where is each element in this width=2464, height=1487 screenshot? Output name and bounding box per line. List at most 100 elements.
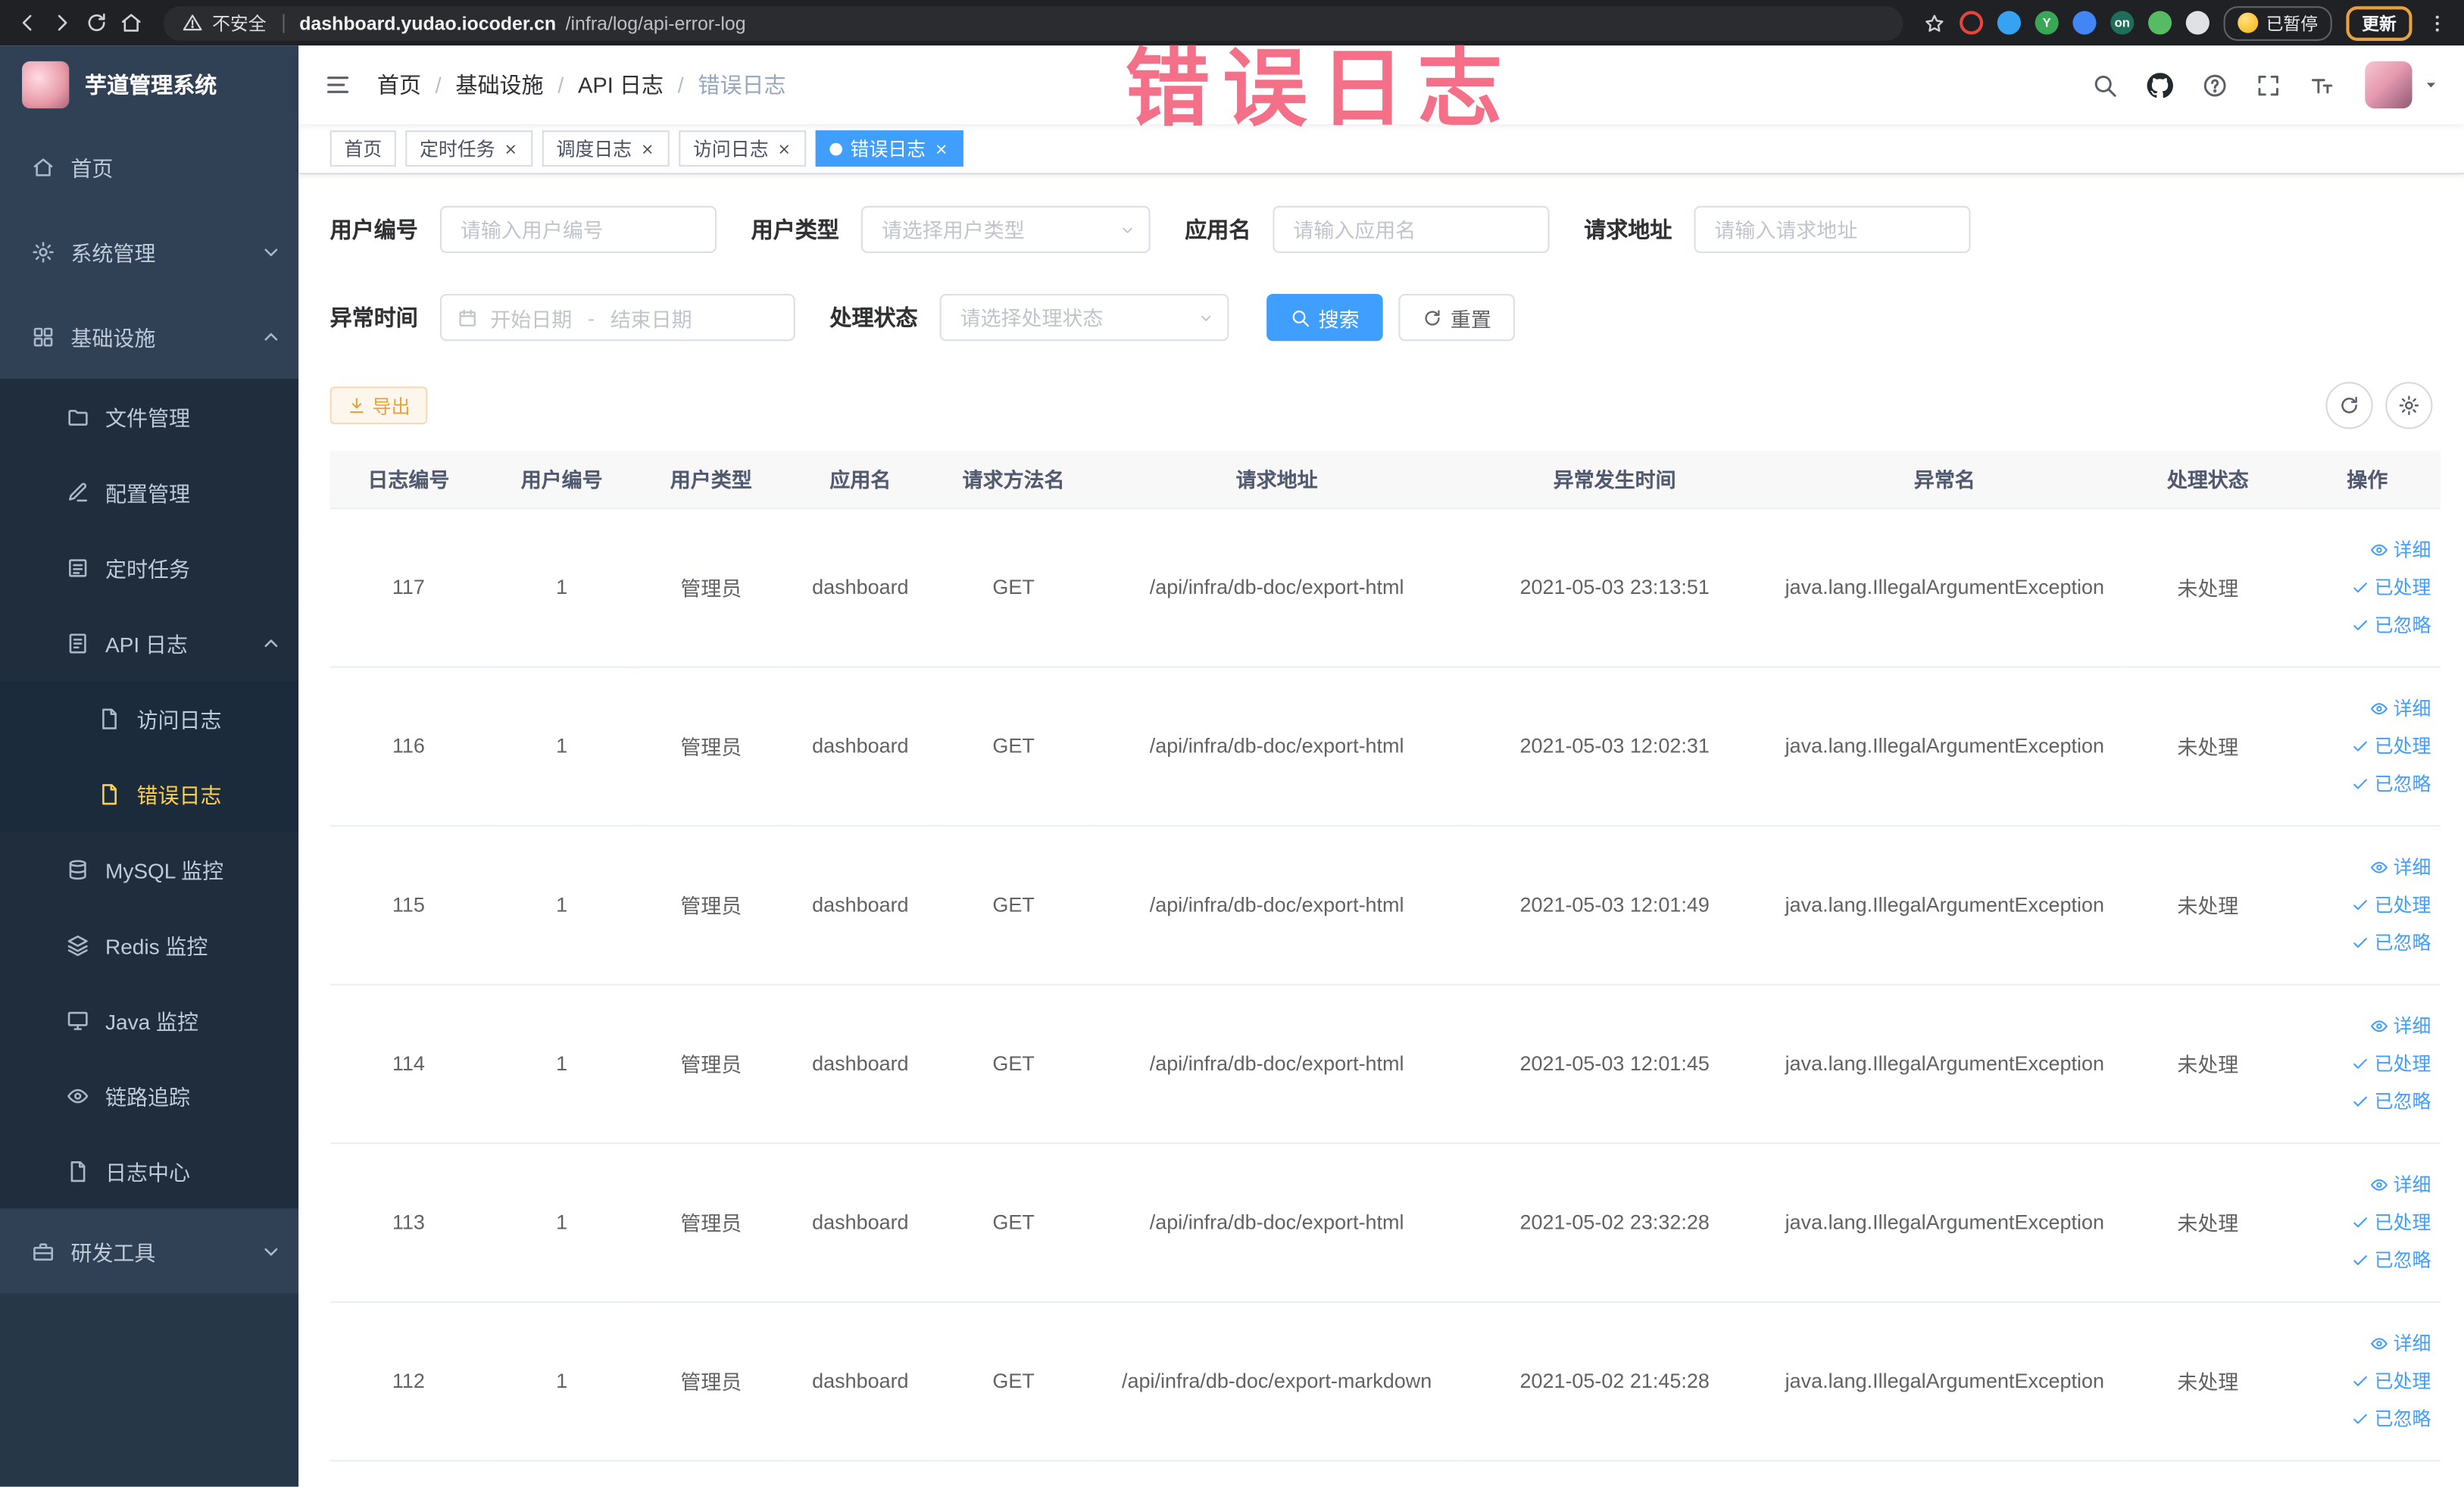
search-button[interactable]: 搜索 [1266,293,1383,342]
sidebar-item-log-center[interactable]: 日志中心 [0,1132,299,1209]
action-detail[interactable]: 详细 [2369,1007,2431,1045]
user-avatar-menu[interactable] [2365,61,2439,109]
browser-menu-icon[interactable] [2426,12,2448,34]
browser-home-icon[interactable] [120,11,143,35]
sidebar-item-dev-tools[interactable]: 研发工具 [0,1208,299,1294]
sidebar-item-system[interactable]: 系统管理 [0,208,299,294]
action-detail[interactable]: 详细 [2369,1165,2431,1203]
help-icon[interactable] [2202,71,2228,98]
action-processed[interactable]: 已处理 [2351,727,2431,765]
sidebar-item-home[interactable]: 首页 [0,123,299,209]
fullscreen-icon[interactable] [2255,71,2281,98]
refresh-table-button[interactable] [2325,382,2373,430]
tab-调度日志[interactable]: 调度日志 [542,130,670,167]
paused-extension-pill[interactable]: 已暂停 [2223,5,2332,40]
ext-green-leaf[interactable] [2148,11,2172,35]
action-ignored[interactable]: 已忽略 [2351,923,2431,961]
tab-定时任务[interactable]: 定时任务 [405,130,533,167]
request-url-input[interactable] [1694,205,1971,254]
bookmark-star-icon[interactable] [1923,12,1945,34]
ext-on-badge[interactable]: on [2110,11,2135,35]
tab-label: 访问日志 [693,138,769,161]
ext-red-ring[interactable] [1960,11,1984,35]
action-ignored[interactable]: 已忽略 [2351,1082,2431,1120]
action-label: 已处理 [2374,1211,2431,1233]
process-status-select-input[interactable] [939,293,1229,342]
sidebar-item-api-log[interactable]: API 日志 [0,604,299,681]
tab-close-icon[interactable] [503,141,519,157]
cell-user-type: 管理员 [636,825,786,985]
action-processed[interactable]: 已处理 [2351,568,2431,606]
font-size-icon[interactable] [2309,71,2335,98]
action-processed[interactable]: 已处理 [2351,1362,2431,1400]
ext-blue-grid[interactable] [2072,11,2097,35]
reset-button[interactable]: 重置 [1398,293,1515,342]
row-actions: 详细 已处理 已忽略 [2300,508,2434,664]
process-status-select[interactable] [939,293,1229,342]
sidebar-item-file[interactable]: 文件管理 [0,378,299,455]
cell-time: 2021-05-03 23:13:51 [1461,508,1768,667]
user-id-input[interactable] [439,205,717,254]
action-ignored[interactable]: 已忽略 [2351,606,2431,644]
tab-close-icon[interactable] [639,141,655,157]
sidebar-item-access-log[interactable]: 访问日志 [0,680,299,756]
action-ignored[interactable]: 已忽略 [2351,1399,2431,1437]
address-bar[interactable]: 不安全 dashboard.yudao.iocoder.cn /infra/lo… [163,5,1903,40]
github-icon[interactable] [2145,70,2175,99]
browser-update-button[interactable]: 更新 [2346,5,2412,40]
action-processed[interactable]: 已处理 [2351,886,2431,923]
sidebar-item-job[interactable]: 定时任务 [0,530,299,605]
tab-访问日志[interactable]: 访问日志 [679,130,807,167]
sidebar-item-infra[interactable]: 基础设施 [0,293,299,379]
breadcrumb-item[interactable]: API 日志 [578,69,664,100]
column-settings-button[interactable] [2385,382,2433,430]
date-range-separator: - [587,305,595,330]
table-header-row: 日志编号 用户编号 用户类型 应用名 请求方法名 请求地址 异常发生时间 异常名 处理状态 操作 [329,451,2441,509]
sidebar-item-trace[interactable]: 链路追踪 [0,1057,299,1133]
app-name-input[interactable] [1273,205,1550,254]
forward-icon[interactable] [50,11,73,35]
cell-actions: 详细 已处理 已忽略 [2294,1301,2441,1461]
user-type-select[interactable] [860,205,1151,254]
tab-首页[interactable]: 首页 [329,130,396,167]
action-detail[interactable]: 详细 [2369,530,2431,568]
ext-green-y[interactable]: Y [2035,11,2059,35]
breadcrumb-item[interactable]: 首页 [377,69,421,100]
sidebar-item-error-log[interactable]: 错误日志 [0,755,299,832]
sidebar-item-mysql[interactable]: MySQL 监控 [0,831,299,908]
monitor-icon [66,1008,89,1032]
reload-icon[interactable] [85,11,108,35]
cell-url: /api/infra/db-doc/export-html [1091,825,1462,985]
action-detail[interactable]: 详细 [2369,689,2431,727]
sidebar-logo[interactable]: 芋道管理系统 [0,45,298,124]
sidebar-item-config[interactable]: 配置管理 [0,454,299,530]
hamburger-icon[interactable] [323,70,351,98]
active-tab-dot [829,142,843,155]
user-type-select-input[interactable] [860,205,1151,254]
export-button[interactable]: 导出 [329,386,428,425]
sidebar-item-java[interactable]: Java 监控 [0,982,299,1058]
cell-status: 未处理 [2121,1301,2294,1461]
eye-icon [2369,1333,2388,1352]
action-processed[interactable]: 已处理 [2351,1045,2431,1082]
action-ignored[interactable]: 已忽略 [2351,1241,2431,1279]
check-icon [2351,1092,2370,1111]
tab-close-icon[interactable] [776,141,792,157]
table-row: 112 1 管理员 dashboard GET/api/infra/db-doc/exp… [329,1301,2441,1461]
tab-错误日志[interactable]: 错误日志 [815,130,963,167]
header-search-icon[interactable] [2091,71,2118,98]
date-range-picker[interactable]: 开始日期 - 结束日期 [439,293,795,342]
ext-blue-drop[interactable] [1997,11,2021,35]
action-processed[interactable]: 已处理 [2351,1203,2431,1241]
tags-view: 首页 定时任务 调度日志 访问日志 错误日志 [298,123,2464,175]
action-ignored[interactable]: 已忽略 [2351,764,2431,802]
back-icon[interactable] [16,11,39,35]
ext-paw[interactable] [2185,11,2209,35]
cell-method: GET [935,825,1092,985]
action-detail[interactable]: 详细 [2369,1324,2431,1362]
sidebar-item-redis[interactable]: Redis 监控 [0,907,299,982]
tab-close-icon[interactable] [933,141,949,157]
breadcrumb-item[interactable]: 基础设施 [455,69,543,100]
action-detail[interactable]: 详细 [2369,848,2431,886]
column-header-time: 异常发生时间 [1461,451,1768,509]
